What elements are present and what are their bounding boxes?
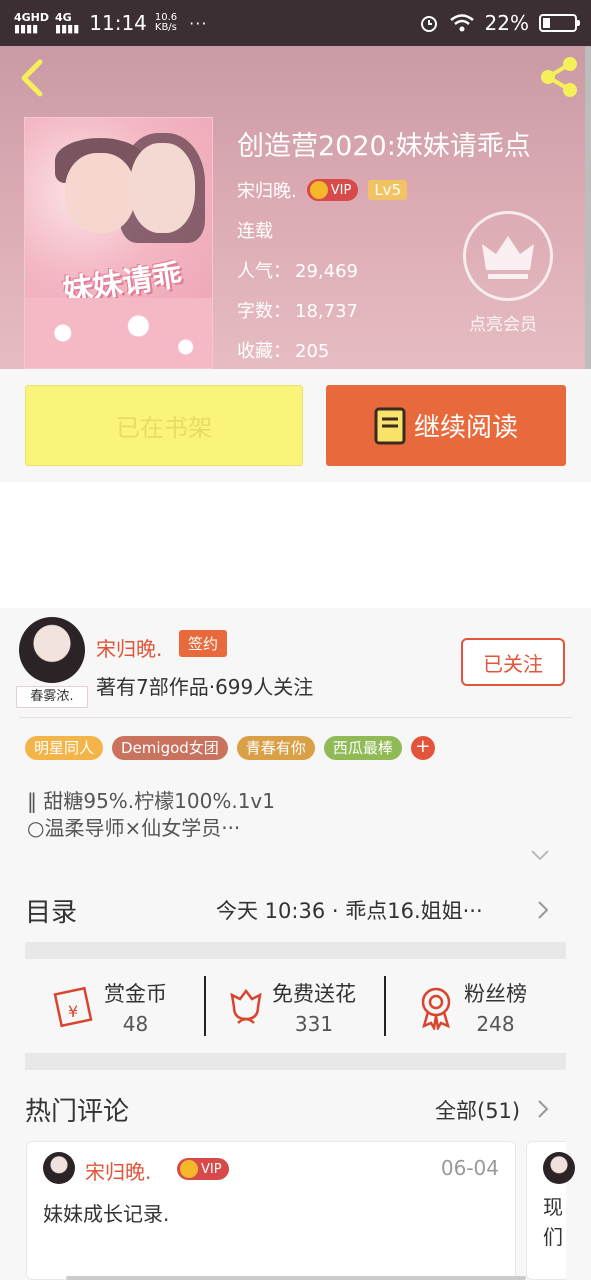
section-divider [25,1053,566,1070]
svg-text:¥: ¥ [68,1002,78,1021]
favorites-stat: 收藏： 205 [237,341,330,362]
comment-text: 现 们 [543,1195,563,1249]
tag-item[interactable]: 明星同人 [25,736,104,760]
all-comments-link[interactable]: 全部(51) [435,1095,520,1125]
chevron-down-icon[interactable] [530,848,550,862]
commenter-name[interactable]: 宋归晚. [85,1156,151,1185]
more-notifications-icon: ··· [189,13,208,33]
divider [19,717,572,718]
tag-list: 明星同人 Demigod女团 青春有你 西瓜最棒 + [25,736,435,760]
signal-icon: 4GHD ▮▮▮▮ [14,11,50,35]
toc-label: 目录 [25,898,78,928]
comments-header: 热门评论 全部(51) [0,1075,591,1140]
crown-icon [309,181,328,199]
comment-card[interactable]: 宋归晚. VIP 06-04 妹妹成长记录. [26,1141,516,1280]
back-arrow-icon[interactable] [14,56,50,100]
medal-icon [421,987,451,1030]
serial-status: 连载 [237,221,273,242]
book-description[interactable]: ‖ 甜糖95%.柠檬100%.1v1 ○温柔导师×仙女学员··· [27,788,275,842]
comment-text: 妹妹成长记录. [43,1202,170,1226]
chevron-right-icon[interactable] [536,1099,550,1119]
continue-reading-button[interactable]: 继续阅读 [326,385,566,466]
level-badge: Lv5 [368,180,408,200]
clock: 11:14 [89,11,147,35]
tag-item[interactable]: 西瓜最棒 [323,736,402,760]
commenter-avatar[interactable] [43,1152,75,1184]
hot-comments-title: 热门评论 [25,1097,130,1127]
section-divider [25,942,566,959]
vip-badge: VIP [306,179,359,201]
author-avatar[interactable] [19,617,85,683]
table-of-contents-row[interactable]: 目录 今天 10:36 · 乖点16.姐姐··· [0,870,591,945]
separator [384,976,386,1036]
followed-button[interactable]: 已关注 [461,638,565,686]
vip-badge: VIP [177,1158,229,1180]
action-bar: 已在书架 继续阅读 [0,369,591,482]
network-speed: 10.6 KB/s [154,11,178,33]
author-section: 春雾浓. 宋归晚. 签约 著有7部作品·699人关注 已关注 明星同人 Demi… [0,608,591,870]
comment-date: 06-04 [440,1156,499,1180]
author-stats: 著有7部作品·699人关注 [96,675,314,699]
book-author-name[interactable]: 宋归晚. [237,177,297,203]
member-crown-button[interactable] [463,211,553,301]
reward-coins-button[interactable]: ¥ 赏金币 48 [52,960,167,1053]
alarm-icon [420,16,437,32]
separator [204,976,206,1036]
crown-icon [180,1160,198,1178]
member-label[interactable]: 点亮会员 [469,310,537,335]
flower-icon [230,988,262,1024]
comment-card[interactable]: 现 们 [526,1141,575,1280]
free-flower-button[interactable]: 免费送花 331 [226,960,356,1053]
wifi-icon [449,14,474,32]
battery-icon [539,14,580,32]
share-icon[interactable] [536,54,582,100]
on-shelf-button[interactable]: 已在书架 [25,385,303,466]
add-tag-button[interactable]: + [410,736,435,760]
word-count-stat: 字数： 18,737 [237,301,358,322]
battery-percent: 22% [484,11,529,35]
status-bar: 4GHD ▮▮▮▮ 4G ▮▮▮▮ 11:14 10.6 KB/s ··· 22% [0,0,591,46]
blank-area [0,482,591,608]
book-icon [374,407,406,444]
book-author-line: 宋归晚. VIP Lv5 [237,177,408,203]
horizontal-scrollbar[interactable] [66,1276,526,1280]
support-row: ¥ 赏金币 48 免费送花 331 粉丝榜 248 [0,960,591,1053]
signal-icon-2: 4G ▮▮▮▮ [55,11,80,35]
tag-item[interactable]: Demigod女团 [112,736,228,760]
crown-icon [482,236,534,279]
tag-item[interactable]: 青春有你 [236,736,315,760]
signed-badge: 签约 [179,630,228,657]
chevron-right-icon [538,901,549,919]
popularity-stat: 人气： 29,469 [237,261,358,282]
author-name[interactable]: 宋归晚. [96,633,162,662]
red-envelope-icon: ¥ [53,986,93,1027]
avatar-tag: 春雾浓. [16,686,88,708]
latest-chapter: 今天 10:36 · 乖点16.姐姐··· [216,899,483,923]
book-cover[interactable]: 妹妹请乖点 [24,117,213,369]
fan-ranking-button[interactable]: 粉丝榜 248 [416,960,527,1053]
book-title: 创造营2020:妹妹请乖点 [237,131,531,162]
commenter-avatar[interactable] [543,1152,575,1184]
